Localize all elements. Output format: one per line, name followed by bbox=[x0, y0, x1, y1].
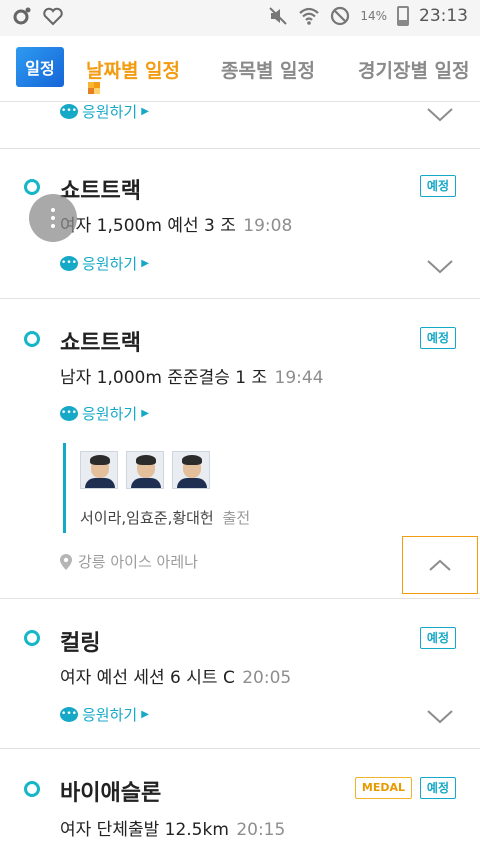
event-detail: 여자 1,500m 예선 3 조 19:08 bbox=[60, 216, 293, 236]
cheer-link[interactable]: ••• 응원하기 ▶ bbox=[60, 704, 149, 725]
chat-bubble-icon: ••• bbox=[60, 406, 78, 421]
timeline-dot-icon bbox=[24, 630, 40, 646]
circle-app-icon bbox=[13, 7, 31, 25]
caret-right-icon: ▶ bbox=[141, 709, 149, 720]
app-badge[interactable]: 일정 bbox=[16, 47, 64, 87]
athlete-photo[interactable] bbox=[172, 451, 210, 489]
cheer-link[interactable]: ••• 응원하기 ▶ bbox=[60, 403, 149, 424]
athlete-photos bbox=[80, 451, 210, 489]
divider bbox=[0, 598, 480, 599]
chat-bubble-icon: ••• bbox=[60, 256, 78, 271]
status-badge: 예정 bbox=[419, 327, 456, 349]
floating-menu-button[interactable] bbox=[29, 194, 77, 242]
status-badge: 예정 bbox=[419, 777, 456, 799]
chevron-up-icon bbox=[429, 559, 451, 571]
battery-icon bbox=[397, 6, 409, 26]
block-icon bbox=[331, 6, 350, 26]
clock: 23:13 bbox=[419, 6, 468, 26]
battery-percent: 14% bbox=[360, 9, 387, 23]
event-time: 20:15 bbox=[236, 820, 286, 840]
chevron-down-icon[interactable] bbox=[426, 709, 454, 725]
athlete-photo[interactable] bbox=[126, 451, 164, 489]
cheer-label: 응원하기 bbox=[82, 706, 138, 724]
cheer-label: 응원하기 bbox=[82, 405, 138, 423]
timeline-dot-icon bbox=[24, 781, 40, 797]
athlete-panel-bar bbox=[63, 443, 66, 533]
timeline-dot-icon bbox=[24, 179, 40, 195]
chat-bubble-icon: ••• bbox=[60, 707, 78, 722]
venue-name: 강릉 아이스 아레나 bbox=[78, 553, 198, 571]
divider bbox=[0, 298, 480, 299]
status-badge: 예정 bbox=[419, 175, 456, 197]
cheer-label: 응원하기 bbox=[82, 255, 138, 273]
sport-name: 컬링 bbox=[60, 631, 101, 656]
status-badge: 예정 bbox=[419, 627, 456, 649]
divider bbox=[0, 748, 480, 749]
athlete-photo[interactable] bbox=[80, 451, 118, 489]
tab-by-venue[interactable]: 경기장별 일정 bbox=[358, 36, 480, 102]
timeline-dot-icon bbox=[24, 331, 40, 347]
medal-badge: MEDAL bbox=[354, 777, 412, 799]
chat-bubble-icon: ••• bbox=[60, 104, 78, 119]
tab-header: 일정 날짜별 일정 종목별 일정 경기장별 일정 bbox=[0, 36, 480, 102]
cheer-link[interactable]: ••• 응원하기 ▶ bbox=[60, 253, 149, 274]
cheer-label: 응원하기 bbox=[82, 103, 138, 121]
athlete-status: 출전 bbox=[222, 509, 251, 527]
mute-icon bbox=[269, 7, 288, 25]
event-time: 19:08 bbox=[243, 216, 293, 236]
caret-right-icon: ▶ bbox=[141, 258, 149, 269]
cheer-link[interactable]: ••• 응원하기 ▶ bbox=[60, 101, 149, 122]
chevron-down-icon[interactable] bbox=[426, 107, 454, 123]
chevron-down-icon[interactable] bbox=[426, 259, 454, 275]
event-detail: 남자 1,000m 준준결승 1 조 19:44 bbox=[60, 368, 324, 388]
caret-right-icon: ▶ bbox=[141, 408, 149, 419]
wifi-icon bbox=[299, 7, 320, 25]
caret-right-icon: ▶ bbox=[141, 106, 149, 117]
athlete-names: 서이라,임효준,황대헌 출전 bbox=[80, 509, 251, 527]
tab-by-sport[interactable]: 종목별 일정 bbox=[221, 36, 315, 102]
status-bar: 14% 23:13 bbox=[0, 0, 480, 36]
tab-by-date[interactable]: 날짜별 일정 bbox=[86, 36, 180, 102]
sport-name: 바이애슬론 bbox=[60, 781, 162, 806]
event-time: 20:05 bbox=[242, 668, 292, 688]
sport-name: 쇼트트랙 bbox=[60, 331, 141, 356]
heart-outline-icon bbox=[43, 7, 63, 26]
divider bbox=[0, 148, 480, 149]
venue[interactable]: 강릉 아이스 아레나 bbox=[60, 551, 198, 572]
location-pin-icon bbox=[60, 553, 72, 570]
sport-name: 쇼트트랙 bbox=[60, 179, 141, 204]
collapse-button[interactable] bbox=[402, 536, 478, 594]
event-detail: 여자 예선 세션 6 시트 C 20:05 bbox=[60, 668, 292, 688]
event-detail: 여자 단체출발 12.5km 20:15 bbox=[60, 820, 286, 840]
event-time: 19:44 bbox=[274, 368, 324, 388]
